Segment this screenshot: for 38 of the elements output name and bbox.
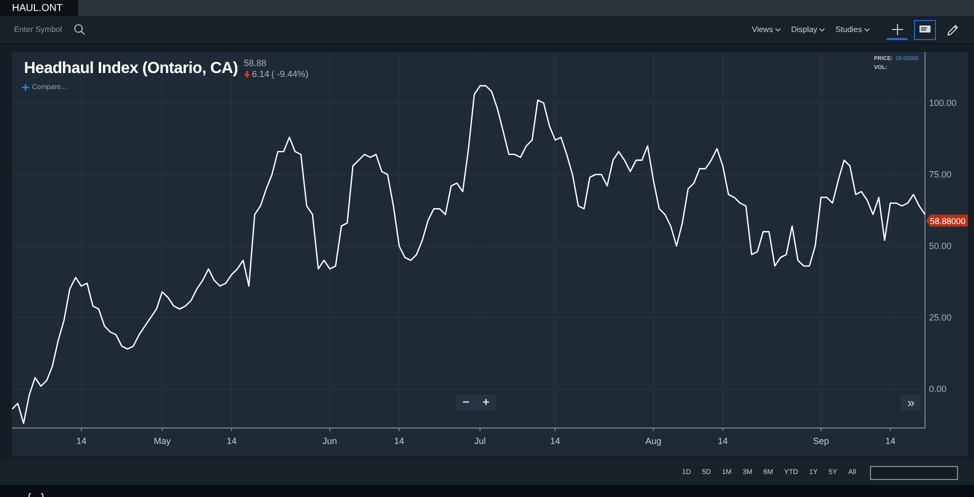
chevron-down-icon (819, 28, 826, 32)
scroll-to-end-button[interactable]: » (901, 395, 921, 411)
menu-button[interactable]: Views (752, 25, 782, 34)
change-percent: ( -9.44%) (271, 69, 308, 80)
plus-icon (22, 84, 29, 91)
down-arrow-icon (244, 71, 250, 78)
symbol-input[interactable]: Enter Symbol (14, 25, 70, 34)
y-axis-label: 50.00 (929, 241, 952, 251)
last-value: 58.88 (244, 58, 268, 69)
y-axis-label: 0.00 (929, 384, 947, 394)
y-axis-label: 100.00 (929, 98, 957, 108)
crosshair-icon (892, 24, 902, 34)
search-icon[interactable] (74, 24, 85, 35)
price-tag: 58.88000 (926, 214, 968, 227)
comment-icon (919, 24, 931, 34)
x-axis-label: 14 (394, 436, 404, 446)
tool-button[interactable] (914, 20, 936, 40)
y-axis-label: 25.00 (929, 312, 952, 323)
x-axis-label: 14 (226, 436, 237, 446)
chevron-down-icon (864, 28, 870, 32)
x-axis-label: Jun (322, 436, 338, 446)
x-axis-label: Sep (812, 436, 829, 446)
menu-button[interactable]: Studies (835, 25, 870, 34)
symbol-tab[interactable]: HAUL.ONT (0, 0, 78, 16)
change-value: 6.14 (252, 69, 270, 80)
chevron-down-icon (775, 28, 782, 32)
pencil-icon (947, 24, 959, 36)
date-input[interactable] (870, 466, 958, 480)
chart-title: Headhaul Index (Ontario, CA) (24, 60, 238, 78)
x-axis-label: Jul (474, 436, 486, 446)
y-axis-label: 75.00 (929, 169, 952, 180)
menu-button[interactable]: Display (791, 25, 826, 34)
x-axis-label: 14 (76, 436, 86, 446)
x-axis-label: 14 (550, 436, 560, 446)
x-axis-label: May (154, 436, 171, 446)
x-axis-label: Aug (645, 436, 662, 446)
x-axis-label: 14 (718, 436, 728, 446)
x-axis-label: 14 (885, 436, 896, 446)
